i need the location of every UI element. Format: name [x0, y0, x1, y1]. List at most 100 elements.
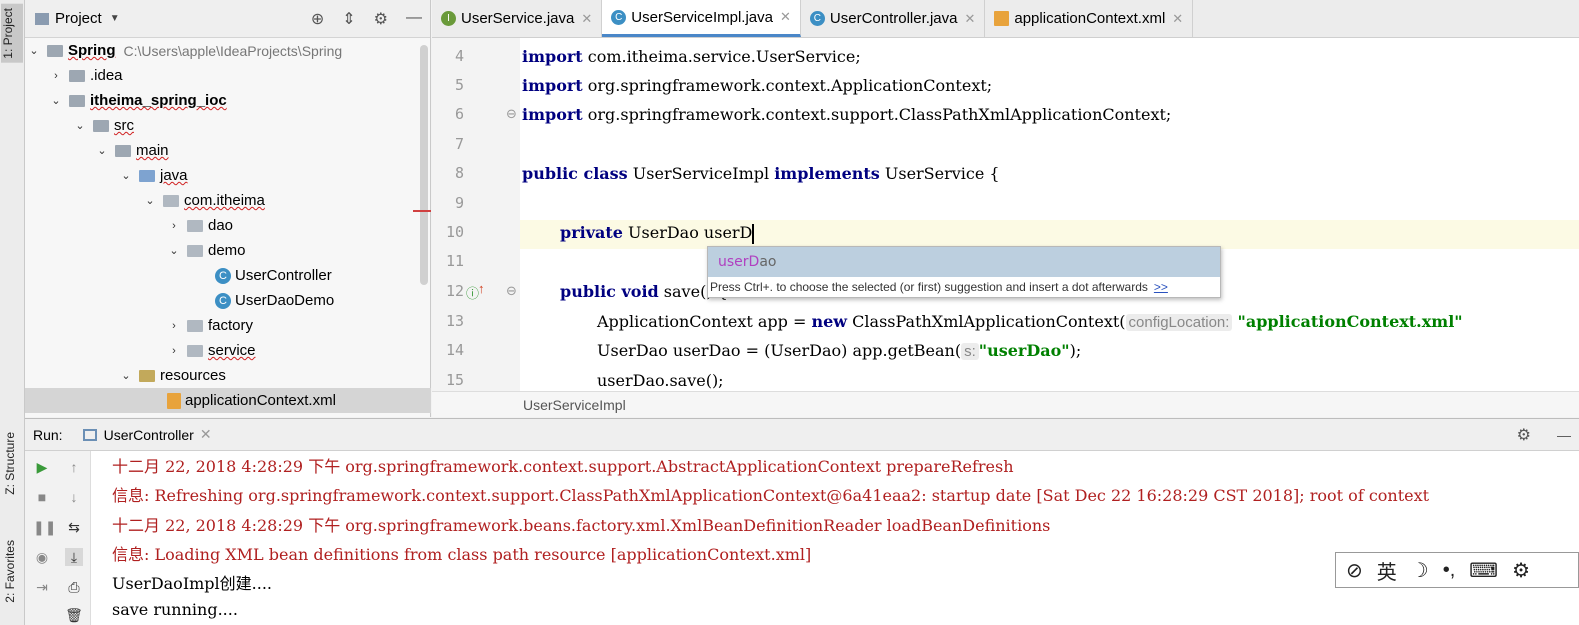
breadcrumb-item[interactable]: UserServiceImpl	[523, 397, 626, 413]
breadcrumb[interactable]: UserServiceImpl	[432, 391, 1579, 417]
resources-folder-icon	[139, 369, 155, 382]
scroll-to-end-icon[interactable]: ⤓	[65, 548, 83, 566]
line-number: 13	[445, 312, 464, 330]
chevron-right-icon[interactable]: ›	[49, 70, 63, 82]
tree-item-demo[interactable]: ⌄ demo	[167, 238, 246, 263]
ime-toolbar: ⊘ 英 ☽ •, ⌨ ⚙	[1335, 552, 1579, 588]
keyboard-icon[interactable]: ⌨	[1469, 558, 1498, 583]
close-icon[interactable]: ✕	[581, 11, 592, 27]
override-arrow-icon[interactable]: ↑	[478, 281, 485, 296]
pause-icon[interactable]: ❚❚	[33, 518, 56, 536]
tab-applicationcontext[interactable]: applicationContext.xml ✕	[985, 0, 1194, 37]
ide-window: 1: Project Z: Structure 2: Favorites Pro…	[0, 0, 1579, 625]
trash-icon[interactable]: 🗑	[65, 606, 83, 624]
chevron-down-icon[interactable]: ⌄	[27, 44, 41, 57]
tree-item-label: resources	[160, 367, 226, 384]
tree-item-itheima-spring-ioc[interactable]: ⌄ itheima_spring_ioc	[49, 88, 226, 113]
tree-item-spring[interactable]: ⌄ Spring C:\Users\apple\IdeaProjects\Spr…	[27, 38, 342, 63]
chevron-down-icon[interactable]: ⌄	[119, 369, 133, 382]
ime-logo-icon[interactable]: ⊘	[1346, 558, 1363, 583]
tree-item-label: demo	[208, 242, 246, 259]
rerun-icon[interactable]: ▶	[33, 458, 51, 476]
close-icon[interactable]: ✕	[1172, 11, 1183, 27]
chevron-down-icon[interactable]: ⌄	[49, 94, 63, 107]
folder-icon	[69, 69, 85, 82]
hide-panel-icon[interactable]: —	[406, 9, 422, 29]
console-line: 十二月 22, 2018 4:28:29 下午 org.springframew…	[112, 516, 1051, 535]
locate-icon[interactable]: ⊕	[311, 9, 324, 29]
source-folder-icon	[139, 169, 155, 182]
gear-icon[interactable]: ⚙	[374, 9, 388, 29]
arrow-down-icon[interactable]: ↓	[65, 488, 83, 506]
package-icon	[187, 219, 203, 232]
close-icon[interactable]: ✕	[780, 9, 791, 25]
tool-tab-project[interactable]: 1: Project	[1, 4, 23, 63]
tool-tab-structure[interactable]: Z: Structure	[3, 432, 17, 495]
chevron-down-icon[interactable]: ⌄	[73, 119, 87, 132]
project-scrollbar[interactable]	[420, 45, 428, 285]
close-icon[interactable]: ✕	[964, 11, 975, 27]
hide-panel-icon[interactable]: —	[1557, 427, 1571, 443]
tree-item-src[interactable]: ⌄ src	[73, 113, 134, 138]
tree-item-label: Spring	[68, 42, 116, 59]
moon-icon[interactable]: ☽	[1411, 558, 1429, 583]
ime-mode-toggle[interactable]: 英	[1377, 556, 1397, 585]
fold-icon[interactable]: ⊖	[506, 106, 517, 122]
gear-icon[interactable]: ⚙	[1517, 425, 1531, 445]
module-folder-icon	[47, 44, 63, 57]
completion-item[interactable]: userD ao	[708, 247, 1220, 277]
stop-icon[interactable]: ■	[33, 488, 51, 506]
arrow-up-icon[interactable]: ↑	[65, 458, 83, 476]
tab-label: applicationContext.xml	[1014, 10, 1166, 27]
code-editor[interactable]: import com.itheima.service.UserService; …	[520, 38, 1579, 391]
tree-item-userdaodemo[interactable]: C UserDaoDemo	[209, 288, 334, 313]
tree-item-dao[interactable]: › dao	[167, 213, 233, 238]
tree-item-com-itheima[interactable]: ⌄ com.itheima	[143, 188, 265, 213]
code-line-14: UserDao userDao = (UserDao) app.getBean(…	[597, 341, 1082, 360]
gear-icon[interactable]: ⚙	[1512, 558, 1530, 583]
close-icon[interactable]: ✕	[200, 426, 212, 443]
chevron-down-icon[interactable]: ⌄	[167, 244, 181, 257]
tree-item-label: com.itheima	[184, 192, 265, 209]
tool-tab-favorites[interactable]: 2: Favorites	[3, 540, 17, 603]
completion-hint-link[interactable]: >>	[1154, 280, 1168, 294]
collapse-all-icon[interactable]: ⇕	[342, 9, 355, 29]
chevron-down-icon[interactable]: ⌄	[95, 144, 109, 157]
completion-hint: Press Ctrl+. to choose the selected (or …	[708, 277, 1220, 297]
project-panel-title[interactable]: Project	[55, 10, 102, 27]
chevron-right-icon[interactable]: ›	[167, 345, 181, 357]
completion-hint-text: Press Ctrl+. to choose the selected (or …	[710, 280, 1148, 294]
class-icon: C	[215, 267, 231, 284]
tab-userserviceimpl[interactable]: C UserServiceImpl.java ✕	[602, 0, 801, 37]
tool-tab-project-label: 1: Project	[1, 8, 15, 59]
tab-userservice[interactable]: I UserService.java ✕	[432, 0, 603, 37]
login-icon[interactable]: ⇥	[33, 578, 51, 596]
tab-usercontroller[interactable]: C UserController.java ✕	[801, 0, 986, 37]
camera-icon[interactable]: ◉	[33, 548, 51, 566]
tab-label: UserController.java	[829, 10, 958, 27]
run-panel: Run: UserController ✕ ⚙ — ▶ ↑ ■ ↓ ❚❚ ⇆ ◉…	[25, 418, 1579, 625]
fold-icon[interactable]: ⊖	[506, 283, 517, 299]
chevron-right-icon[interactable]: ›	[167, 220, 181, 232]
chevron-down-icon[interactable]: ▼	[110, 13, 120, 24]
chevron-down-icon[interactable]: ⌄	[119, 169, 133, 182]
tree-item-factory[interactable]: › factory	[167, 313, 253, 338]
tree-item-applicationcontext-xml[interactable]: applicationContext.xml	[25, 388, 431, 413]
tree-item-idea[interactable]: › .idea	[49, 63, 122, 88]
tree-item-main[interactable]: ⌄ main	[95, 138, 168, 163]
chevron-down-icon[interactable]: ⌄	[143, 194, 157, 207]
chevron-right-icon[interactable]: ›	[167, 320, 181, 332]
tree-item-java[interactable]: ⌄ java	[119, 163, 187, 188]
line-number: 7	[454, 135, 464, 153]
run-tab-usercontroller[interactable]: UserController ✕	[82, 426, 212, 443]
print-icon[interactable]: ⎙	[65, 578, 83, 596]
project-view-icon	[35, 12, 49, 25]
tree-item-usercontroller[interactable]: C UserController	[209, 263, 332, 288]
punctuation-icon[interactable]: •,	[1443, 559, 1456, 582]
tree-item-resources[interactable]: ⌄ resources	[119, 363, 226, 388]
tree-item-service[interactable]: › service	[167, 338, 255, 363]
soft-wrap-icon[interactable]: ⇆	[65, 518, 83, 536]
parameter-hint: s:	[961, 343, 979, 360]
code-line-4: import com.itheima.service.UserService;	[522, 47, 861, 66]
console-output[interactable]: 十二月 22, 2018 4:28:29 下午 org.springframew…	[112, 451, 1579, 625]
